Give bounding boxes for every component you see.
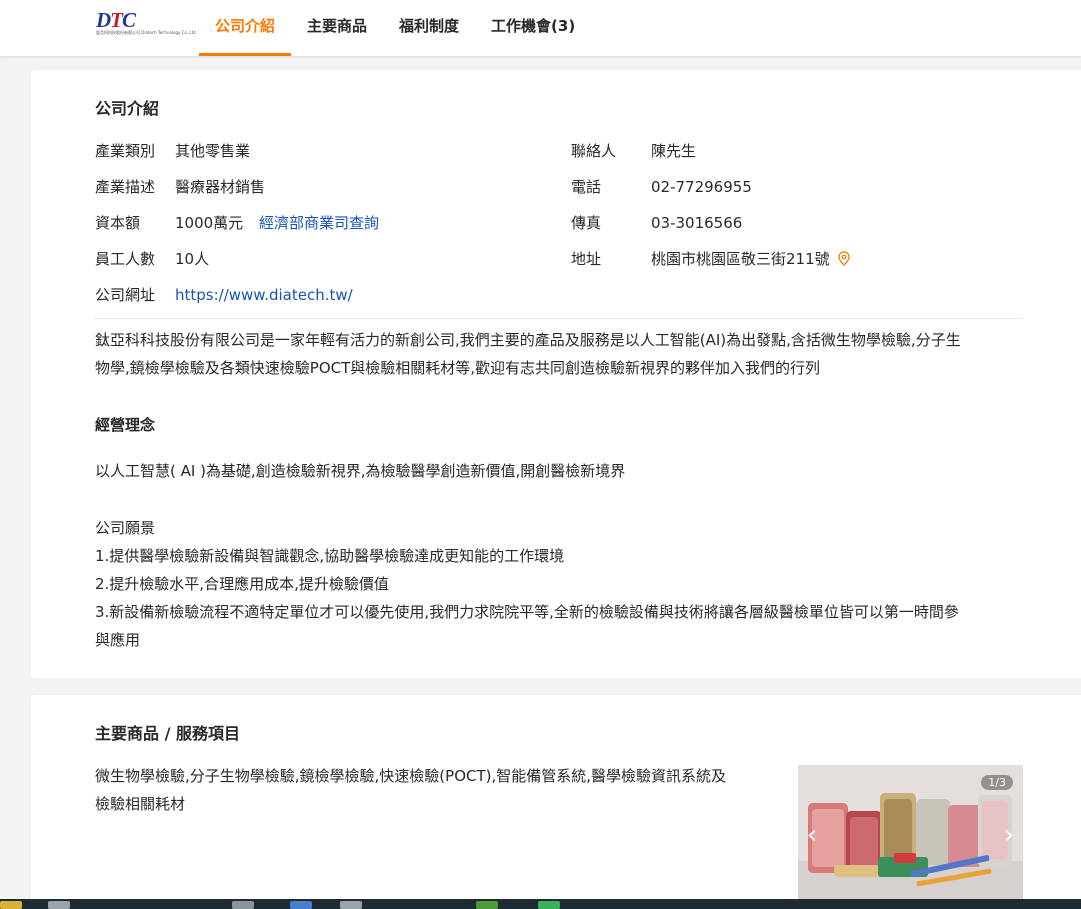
info-value: 03-3016566	[651, 214, 743, 232]
info-value: 桃園市桃園區敬三街211號	[651, 250, 830, 268]
top-nav: DTC 鈦亞科科技股份有限公司 Diatech Technology Co.,L…	[0, 0, 1081, 56]
chevron-left-icon[interactable]: ‹	[802, 820, 822, 850]
info-row-fax: 傳真 03-3016566	[571, 213, 742, 233]
taskbar-app-icon[interactable]	[48, 901, 70, 909]
info-value: 02-77296955	[651, 178, 752, 196]
info-value: 10人	[175, 250, 210, 268]
info-row-contact: 聯絡人 陳先生	[571, 141, 696, 161]
chevron-right-icon[interactable]: ›	[999, 820, 1019, 850]
philosophy-text: 以人工智慧( AI )為基礎,創造檢驗新視界,為檢驗醫學創造新價值,開創醫檢新境…	[95, 462, 626, 480]
tab-jobs[interactable]: 工作機會(3)	[475, 0, 591, 56]
company-logo[interactable]: DTC 鈦亞科科技股份有限公司 Diatech Technology Co.,L…	[96, 8, 196, 39]
info-value: 1000萬元	[175, 214, 244, 232]
info-row-employees: 員工人數 10人	[95, 249, 209, 269]
taskbar-app-icon[interactable]	[290, 901, 312, 909]
products-text: 微生物學檢驗,分子生物學檢驗,鏡檢學檢驗,快速檢驗(POCT),智能備管系統,醫…	[95, 767, 727, 813]
map-pin-icon[interactable]	[838, 251, 851, 271]
info-label: 產業描述	[95, 178, 156, 196]
info-label: 傳真	[571, 214, 602, 232]
company-intro-card: 公司介紹 產業類別 其他零售業 產業描述 醫療器材銷售 資本額 1000萬元 經濟部商…	[31, 70, 1081, 678]
tab-company-intro[interactable]: 公司介紹	[199, 0, 292, 56]
info-label: 公司網址	[95, 286, 156, 304]
tab-products[interactable]: 主要商品	[291, 0, 383, 56]
section-title-company: 公司介紹	[95, 99, 160, 118]
website-link[interactable]: https://www.diatech.tw/	[175, 286, 353, 304]
info-label: 資本額	[95, 214, 141, 232]
info-row-phone: 電話 02-77296955	[571, 177, 752, 197]
info-label: 產業類別	[95, 142, 156, 160]
info-row-website: 公司網址 https://www.diatech.tw/	[95, 285, 353, 305]
taskbar-app-icon[interactable]	[0, 901, 22, 909]
info-label: 聯絡人	[571, 142, 617, 160]
section-title-products: 主要商品 / 服務項目	[95, 724, 240, 743]
tab-benefits[interactable]: 福利制度	[383, 0, 475, 56]
taskbar-app-icon[interactable]	[232, 901, 254, 909]
products-card: 主要商品 / 服務項目 微生物學檢驗,分子生物學檢驗,鏡檢學檢驗,快速檢驗(PO…	[31, 695, 1081, 909]
info-value: 醫療器材銷售	[175, 178, 266, 196]
tab-bar: 公司介紹 主要商品 福利制度 工作機會(3)	[199, 0, 591, 56]
info-label: 地址	[571, 250, 602, 268]
logo-wordmark: DTC	[96, 8, 136, 32]
philosophy-title: 經營理念	[95, 416, 156, 434]
info-value: 其他零售業	[175, 142, 251, 160]
info-label: 電話	[571, 178, 602, 196]
gallery-counter: 1/3	[981, 775, 1013, 790]
taskbar-app-icon[interactable]	[340, 901, 362, 909]
moea-lookup-link[interactable]: 經濟部商業司查詢	[259, 214, 379, 232]
os-taskbar	[0, 899, 1081, 909]
company-intro-text: 鈦亞科科技股份有限公司是一家年輕有活力的新創公司,我們主要的產品及服務是以人工智…	[95, 331, 961, 377]
product-gallery[interactable]: 1/3 ‹ ›	[798, 765, 1023, 905]
info-row-industry-desc: 產業描述 醫療器材銷售	[95, 177, 265, 197]
info-label: 員工人數	[95, 250, 156, 268]
taskbar-app-icon[interactable]	[476, 901, 498, 909]
vision-text: 公司願景 1.提供醫學檢驗新設備與智識觀念,協助醫學檢驗達成更知能的工作環境 2…	[95, 519, 959, 649]
taskbar-app-icon[interactable]	[538, 901, 560, 909]
info-row-address: 地址 桃園市桃園區敬三街211號	[571, 249, 851, 271]
logo-subtitle: 鈦亞科科技股份有限公司 Diatech Technology Co.,Ltd	[96, 30, 196, 35]
divider	[95, 318, 1023, 319]
info-value: 陳先生	[651, 142, 697, 160]
info-row-industry: 產業類別 其他零售業	[95, 141, 250, 161]
info-row-capital: 資本額 1000萬元 經濟部商業司查詢	[95, 213, 379, 233]
